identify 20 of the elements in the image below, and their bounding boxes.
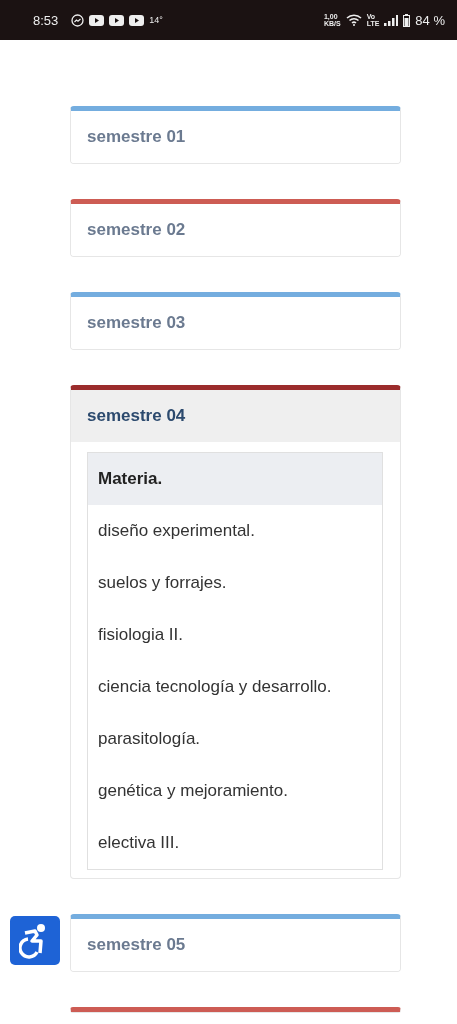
video-play-icon [129,14,145,26]
battery-icon [403,13,411,27]
accessibility-button[interactable] [10,916,60,965]
clock-time: 8:53 [33,12,59,28]
table-cell-text: suelos y forrajes. [97,572,228,594]
signal-icon [384,14,399,26]
wifi-icon [345,14,362,26]
panel-header[interactable]: semestre 04 [71,390,400,442]
table-cell-text: fisiologia II. [97,624,185,646]
table-cell-text: ciencia tecnología y desarrollo. [97,676,333,698]
table-cell-text: genética y mejoramiento. [97,780,289,802]
table-cell-text: diseño experimental. [97,520,256,542]
table-cell-text: electiva III. [97,832,181,854]
video-play-icon [89,14,105,26]
temperature: 14° [149,15,163,25]
video-play-icon [109,14,125,26]
battery-percent: 84 % [415,12,445,28]
table-cell-text: parasitología. [97,728,202,750]
messenger-icon [71,13,85,27]
table-header: Materia. [88,453,382,505]
